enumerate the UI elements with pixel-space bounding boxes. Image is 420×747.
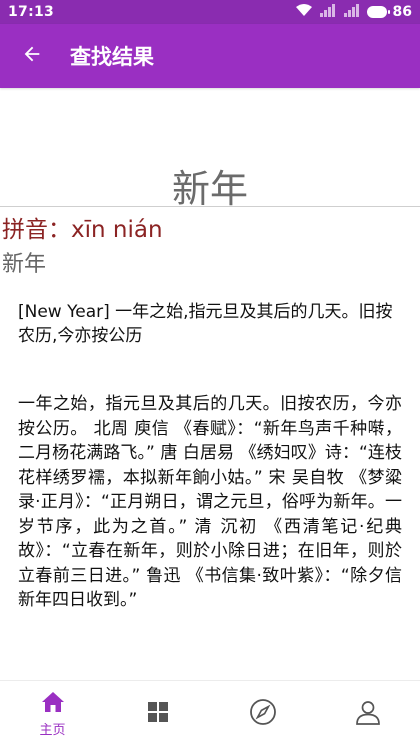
nav-item-grid[interactable]	[105, 681, 210, 747]
wifi-icon	[295, 3, 313, 21]
back-button[interactable]	[0, 24, 64, 88]
status-icons: 86	[295, 3, 412, 21]
app-bar: 查找结果	[0, 24, 420, 88]
result-content[interactable]: 新年 拼音：xīn nián 新年 [New Year] 一年之始,指元旦及其后…	[0, 88, 420, 678]
nav-item-home[interactable]: 主页	[0, 681, 105, 747]
status-bar: 17:13 86	[0, 0, 420, 24]
headword: 新年	[171, 167, 248, 211]
divider	[0, 206, 420, 207]
arrow-left-icon	[21, 43, 43, 69]
compass-icon	[249, 698, 277, 730]
home-icon	[41, 691, 65, 717]
grid-icon	[146, 700, 170, 728]
definition-chinese: 一年之始，指元旦及其后的几天。旧按农历，今亦按公历。 北周 庾信 《春赋》：“新…	[18, 394, 402, 610]
battery-icon	[366, 6, 390, 18]
status-time: 17:13	[8, 4, 55, 20]
battery-level: 86	[392, 4, 412, 20]
nav-item-profile[interactable]	[315, 681, 420, 747]
pinyin-label: 拼音：xīn nián	[2, 217, 163, 243]
definition-english: [New Year] 一年之始,指元旦及其后的几天。旧按农历,今亦按公历	[18, 302, 393, 346]
user-icon	[354, 698, 382, 730]
signal-icon	[319, 3, 337, 21]
nav-item-discover[interactable]	[210, 681, 315, 747]
nav-label-home: 主页	[39, 722, 66, 738]
subword: 新年	[2, 252, 47, 277]
page-title: 查找结果	[70, 45, 154, 69]
bottom-nav: 主页	[0, 680, 420, 747]
signal-icon-2	[343, 3, 361, 21]
